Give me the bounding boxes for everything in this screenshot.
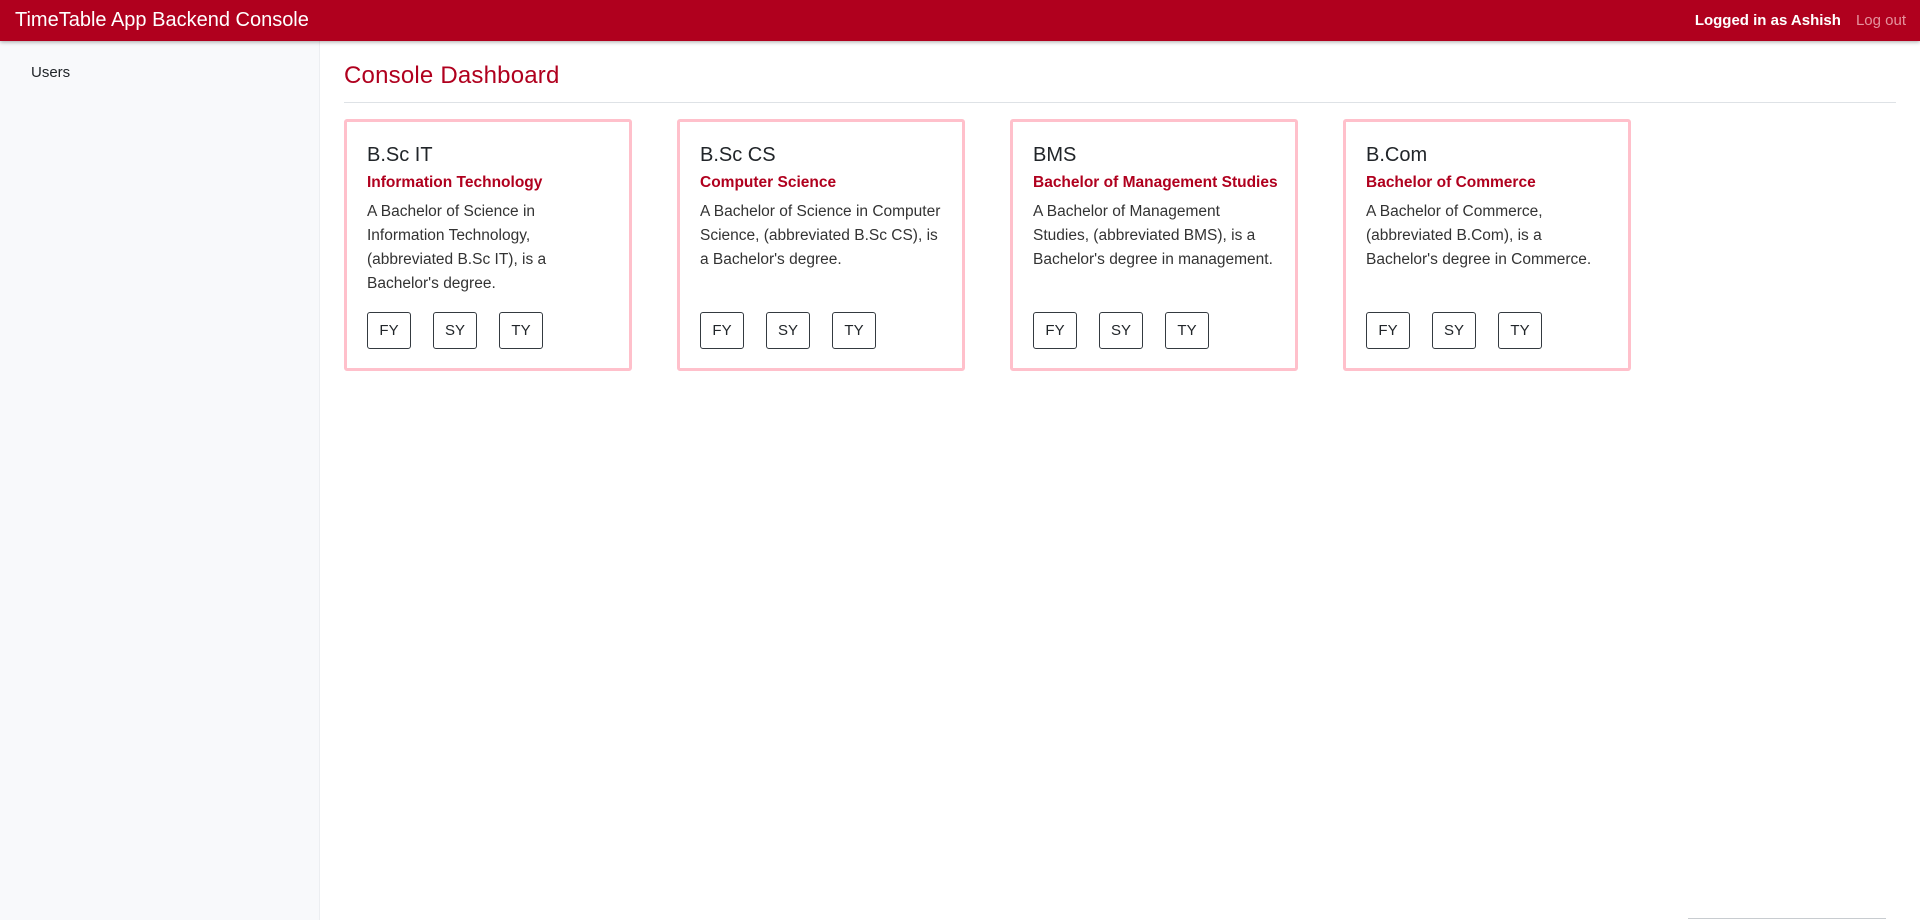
page-title: Console Dashboard [344,62,560,89]
card-subtitle: Bachelor of Commerce [1366,174,1536,191]
course-card-bsc-it: B.Sc IT Information Technology A Bachelo… [344,119,632,371]
year-button-group: FY SY TY [700,312,942,349]
card-title: B.Com [1366,144,1428,166]
sy-button[interactable]: SY [1432,312,1476,349]
app-brand[interactable]: TimeTable App Backend Console [15,9,309,32]
sy-button[interactable]: SY [433,312,477,349]
logged-in-user-text: Logged in as Ashish [1694,12,1841,29]
card-title: B.Sc CS [700,144,776,166]
bottom-scroll-edge [1688,918,1886,919]
sidebar: Users [0,41,320,920]
card-subtitle: Computer Science [700,174,837,191]
card-description: A Bachelor of Management Studies, (abbre… [1033,203,1273,268]
card-description: A Bachelor of Science in Computer Scienc… [700,203,941,268]
year-button-group: FY SY TY [1366,312,1608,349]
logout-link[interactable]: Log out [1856,12,1906,29]
card-subtitle: Bachelor of Management Studies [1033,174,1278,191]
card-description: A Bachelor of Science in Information Tec… [367,203,547,292]
ty-button[interactable]: TY [499,312,543,349]
navbar-user-area: Logged in as Ashish Log out [1695,12,1906,29]
sidebar-item-users[interactable]: Users [31,64,319,81]
year-button-group: FY SY TY [367,312,609,349]
fy-button[interactable]: FY [367,312,411,349]
fy-button[interactable]: FY [1366,312,1410,349]
ty-button[interactable]: TY [1498,312,1542,349]
fy-button[interactable]: FY [700,312,744,349]
sy-button[interactable]: SY [766,312,810,349]
card-description: A Bachelor of Commerce, (abbreviated B.C… [1366,203,1592,268]
card-subtitle: Information Technology [367,174,543,191]
course-cards: B.Sc IT Information Technology A Bachelo… [344,119,1896,371]
year-button-group: FY SY TY [1033,312,1275,349]
sy-button[interactable]: SY [1099,312,1143,349]
top-navbar: TimeTable App Backend Console Logged in … [0,0,1920,41]
title-divider [344,102,1896,103]
course-card-bms: BMS Bachelor of Management Studies A Bac… [1010,119,1298,371]
course-card-bcom: B.Com Bachelor of Commerce A Bachelor of… [1343,119,1631,371]
card-title: BMS [1033,144,1077,166]
main-content: Console Dashboard B.Sc IT Information Te… [344,41,1896,371]
fy-button[interactable]: FY [1033,312,1077,349]
card-title: B.Sc IT [367,144,433,166]
ty-button[interactable]: TY [1165,312,1209,349]
ty-button[interactable]: TY [832,312,876,349]
course-card-bsc-cs: B.Sc CS Computer Science A Bachelor of S… [677,119,965,371]
